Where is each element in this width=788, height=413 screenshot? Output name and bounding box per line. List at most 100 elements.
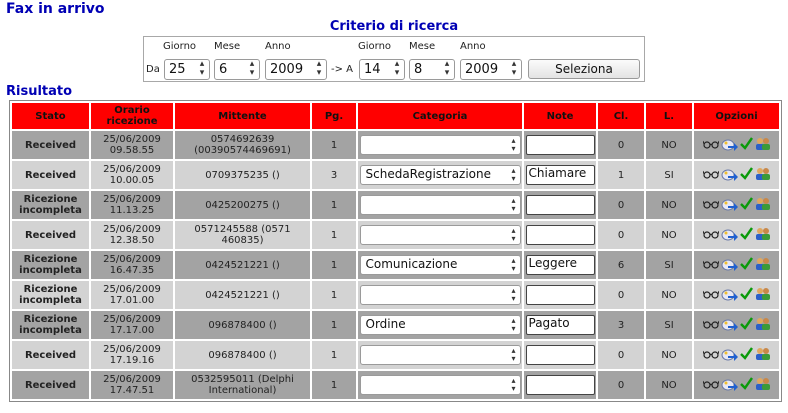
read-cell: NO [646,221,692,249]
glasses-icon[interactable] [702,289,719,302]
status-cell: Received [12,161,89,189]
received-date: 25/06/2009 [103,344,161,355]
received-time: 12.38.50 [109,235,155,246]
users-icon[interactable] [755,137,771,154]
category-value: Ordine [365,317,406,331]
forward-icon[interactable] [721,347,738,364]
table-row: Received 25/06/2009 12.38.50 0571245588 (… [12,221,779,249]
users-icon[interactable] [755,347,771,364]
note-input[interactable]: Chiamare [525,165,595,185]
note-input[interactable]: Leggere [525,255,595,275]
select-arrows-icon: ▴ ▾ [511,346,516,363]
category-select[interactable]: ▴ ▾ [359,285,521,305]
users-icon[interactable] [755,377,771,394]
from-giorno-value: 25 [169,62,186,77]
glasses-icon[interactable] [702,379,719,392]
from-giorno-spinner[interactable]: 25 ▴ ▾ [164,59,210,80]
class-cell: 0 [598,281,644,309]
note-input[interactable] [525,345,595,365]
forward-icon[interactable] [721,197,738,214]
glasses-icon[interactable] [702,259,719,272]
forward-icon[interactable] [721,317,738,334]
note-input[interactable] [525,285,595,305]
category-select[interactable]: Ordine ▴ ▾ [359,315,521,335]
to-giorno-value: 14 [364,62,381,77]
category-cell: ▴ ▾ [358,341,522,369]
glasses-icon[interactable] [702,349,719,362]
check-icon[interactable] [739,257,753,273]
forward-icon[interactable] [721,377,738,394]
users-icon[interactable] [755,317,771,334]
pages-cell: 1 [312,311,356,339]
note-input[interactable] [525,195,595,215]
received-date: 25/06/2009 [103,164,161,175]
forward-icon[interactable] [721,227,738,244]
category-select[interactable]: ▴ ▾ [359,195,521,215]
users-icon[interactable] [755,227,771,244]
received-time-cell: 25/06/2009 11.13.25 [91,191,173,219]
sender-line2: 460835) [221,235,264,246]
note-input[interactable]: Pagato [525,315,595,335]
users-icon[interactable] [755,287,771,304]
forward-icon[interactable] [721,257,738,274]
category-select[interactable]: ▴ ▾ [359,225,521,245]
sender-line1: 0709375235 () [205,169,280,181]
check-icon[interactable] [739,197,753,213]
to-anno-spinner[interactable]: 2009 ▴ ▾ [460,59,522,80]
note-input[interactable] [525,135,595,155]
from-mese-spinner[interactable]: 6 ▴ ▾ [214,59,260,80]
check-icon[interactable] [739,227,753,243]
check-icon[interactable] [739,317,753,333]
read-cell: NO [646,131,692,159]
sender-cell: 0424521221 () [175,281,310,309]
users-icon[interactable] [755,257,771,274]
glasses-icon[interactable] [702,169,719,182]
from-anno-spinner[interactable]: 2009 ▴ ▾ [265,59,327,80]
seleziona-button[interactable]: Seleziona [528,59,640,79]
category-select[interactable]: SchedaRegistrazione ▴ ▾ [359,165,521,185]
glasses-icon[interactable] [702,229,719,242]
check-icon[interactable] [739,347,753,363]
check-icon[interactable] [739,137,753,153]
status-line1: Ricezione [23,254,78,265]
pages-cell: 3 [312,161,356,189]
glasses-icon[interactable] [702,199,719,212]
category-select[interactable]: ▴ ▾ [359,375,521,395]
pages-cell: 1 [312,221,356,249]
to-giorno-spinner[interactable]: 14 ▴ ▾ [359,59,405,80]
status-cell: Ricezione incompleta [12,281,89,309]
note-input[interactable] [525,225,595,245]
to-mese-spinner[interactable]: 8 ▴ ▾ [409,59,455,80]
forward-icon[interactable] [721,167,738,184]
spinner-arrows-icon: ▴ ▾ [511,59,517,78]
users-icon[interactable] [755,167,771,184]
category-select[interactable]: ▴ ▾ [359,135,521,155]
header-l: L. [646,103,692,129]
forward-icon[interactable] [721,287,738,304]
received-date: 25/06/2009 [103,194,161,205]
glasses-icon[interactable] [702,139,719,152]
category-select[interactable]: ▴ ▾ [359,345,521,365]
category-select[interactable]: Comunicazione ▴ ▾ [359,255,521,275]
note-input[interactable] [525,375,595,395]
spinner-arrows-icon: ▴ ▾ [199,59,205,78]
check-icon[interactable] [739,377,753,393]
forward-icon[interactable] [721,137,738,154]
select-arrows-icon: ▴ ▾ [511,166,516,183]
to-mese-label: Mese [409,41,436,52]
received-time-cell: 25/06/2009 17.47.51 [91,371,173,399]
received-time-cell: 25/06/2009 16.47.35 [91,251,173,279]
category-value: SchedaRegistrazione [365,167,492,181]
range-arrow-label: -> A [331,64,354,75]
class-cell: 0 [598,131,644,159]
glasses-icon[interactable] [702,319,719,332]
received-time: 10.00.05 [109,175,155,186]
class-cell: 0 [598,221,644,249]
received-date: 25/06/2009 [103,374,161,385]
options-cell [694,221,779,249]
check-icon[interactable] [739,287,753,303]
sender-line2: International) [208,385,277,396]
check-icon[interactable] [739,167,753,183]
received-date: 25/06/2009 [103,224,161,235]
users-icon[interactable] [755,197,771,214]
